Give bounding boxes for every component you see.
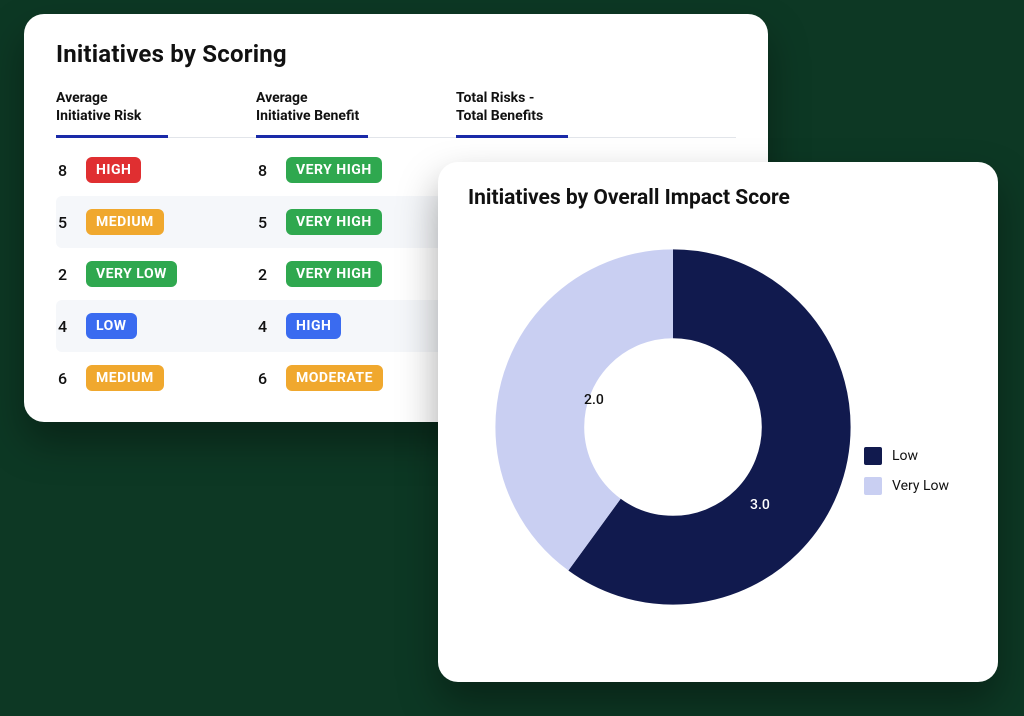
impact-card: Initiatives by Overall Impact Score 2.0 …	[438, 162, 998, 682]
risk-badge: MEDIUM	[86, 209, 164, 235]
benefit-cell: 6 MODERATE	[258, 365, 458, 391]
benefit-badge: VERY HIGH	[286, 157, 382, 183]
legend-item-low[interactable]: Low	[864, 447, 974, 465]
risk-value: 2	[58, 265, 76, 284]
column-header-diff[interactable]: Total Risks - Total Benefits	[456, 90, 666, 137]
benefit-badge: HIGH	[286, 313, 341, 339]
donut-label-very-low: 2.0	[584, 392, 604, 408]
benefit-cell: 5 VERY HIGH	[258, 209, 458, 235]
impact-legend: Low Very Low	[864, 447, 974, 507]
donut-chart: 2.0 3.0	[488, 242, 858, 612]
legend-item-very-low[interactable]: Very Low	[864, 477, 974, 495]
risk-cell: 2 VERY LOW	[58, 261, 258, 287]
scoring-column-headers: Average Initiative Risk Average Initiati…	[56, 90, 736, 138]
legend-label-very-low: Very Low	[892, 478, 949, 494]
benefit-cell: 2 VERY HIGH	[258, 261, 458, 287]
risk-value: 5	[58, 213, 76, 232]
risk-value: 8	[58, 161, 76, 180]
benefit-value: 6	[258, 369, 276, 388]
risk-badge: HIGH	[86, 157, 141, 183]
legend-label-low: Low	[892, 448, 918, 464]
benefit-cell: 4 HIGH	[258, 313, 458, 339]
risk-cell: 5 MEDIUM	[58, 209, 258, 235]
benefit-value: 4	[258, 317, 276, 336]
benefit-value: 2	[258, 265, 276, 284]
risk-badge: MEDIUM	[86, 365, 164, 391]
risk-value: 6	[58, 369, 76, 388]
benefit-badge: MODERATE	[286, 365, 383, 391]
risk-value: 4	[58, 317, 76, 336]
column-header-risk[interactable]: Average Initiative Risk	[56, 90, 256, 137]
risk-badge: LOW	[86, 313, 137, 339]
column-header-benefit[interactable]: Average Initiative Benefit	[256, 90, 456, 137]
benefit-badge: VERY HIGH	[286, 209, 382, 235]
risk-cell: 6 MEDIUM	[58, 365, 258, 391]
donut-label-low: 3.0	[750, 497, 770, 513]
benefit-cell: 8 VERY HIGH	[258, 157, 458, 183]
legend-swatch-low	[864, 447, 882, 465]
risk-cell: 8 HIGH	[58, 157, 258, 183]
scoring-title: Initiatives by Scoring	[56, 40, 736, 68]
benefit-badge: VERY HIGH	[286, 261, 382, 287]
legend-swatch-very-low	[864, 477, 882, 495]
risk-badge: VERY LOW	[86, 261, 177, 287]
risk-cell: 4 LOW	[58, 313, 258, 339]
benefit-value: 8	[258, 161, 276, 180]
impact-title: Initiatives by Overall Impact Score	[468, 186, 790, 210]
benefit-value: 5	[258, 213, 276, 232]
